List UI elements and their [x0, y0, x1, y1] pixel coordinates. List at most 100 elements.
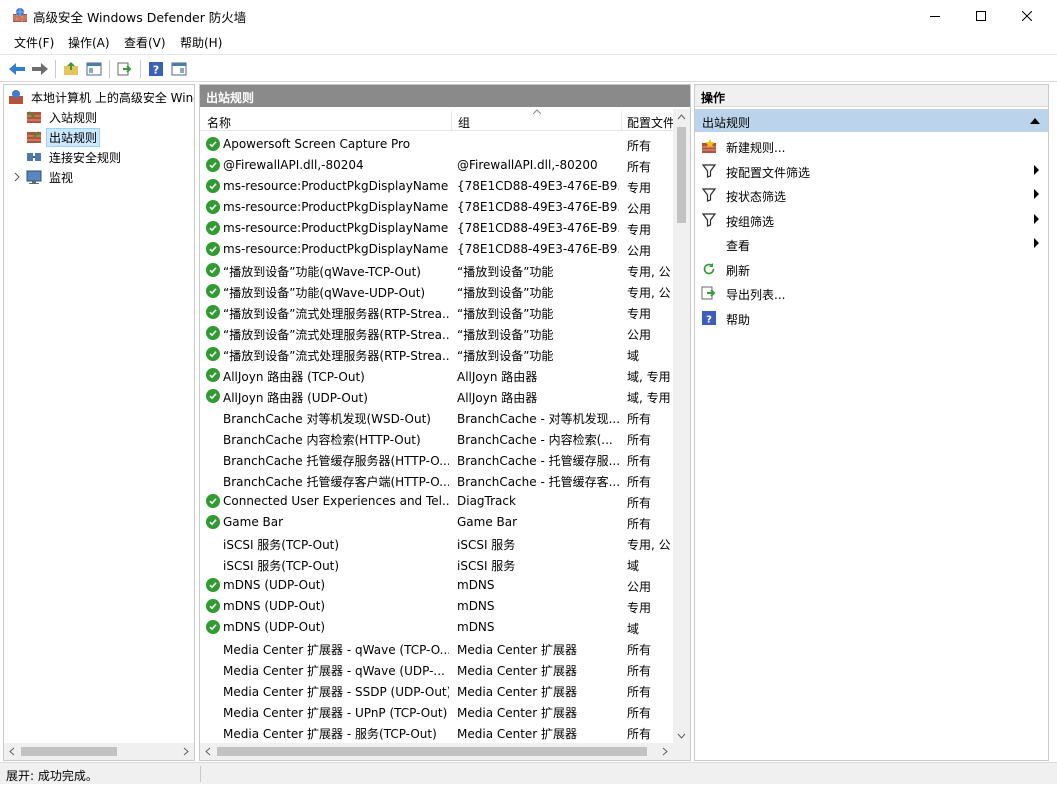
menu-action[interactable]: 操作(A) [68, 34, 110, 51]
table-row[interactable]: BranchCache 对等机发现(WSD-Out) BranchCache - … [200, 407, 673, 428]
back-button[interactable] [7, 59, 27, 79]
up-one-level-button[interactable] [61, 59, 81, 79]
action-filter-by-state[interactable]: 按状态筛选 [695, 183, 1048, 207]
tree-item-connection-security-rules[interactable]: 连接安全规则 [26, 147, 124, 167]
minimize-button[interactable] [912, 0, 958, 31]
table-row[interactable]: Apowersoft Screen Capture Pro 所有 [200, 134, 673, 155]
scroll-down-icon[interactable] [673, 727, 690, 744]
table-row[interactable]: BranchCache 托管缓存客户端(HTTP-O... BranchCache… [200, 470, 673, 491]
actions-section-header[interactable]: 出站规则 [695, 109, 1048, 132]
filter-icon [701, 163, 717, 179]
scroll-right-icon[interactable] [177, 743, 194, 760]
rule-group-cell: Game Bar [457, 515, 518, 529]
rule-group-cell: Media Center 扩展器 [457, 643, 578, 657]
action-refresh[interactable]: 刷新 [695, 257, 1048, 281]
table-row[interactable]: “播放到设备”流式处理服务器(RTP-Strea... “播放到设备”功能 公用 [200, 323, 673, 344]
scroll-up-icon[interactable] [673, 109, 690, 126]
rule-group-cell: iSCSI 服务 [457, 559, 516, 573]
enabled-check-icon [206, 221, 220, 235]
menu-view[interactable]: 查看(V) [124, 34, 166, 51]
scroll-left-icon[interactable] [200, 743, 217, 760]
sort-ascending-icon [533, 109, 541, 114]
table-row[interactable]: iSCSI 服务(TCP-Out) iSCSI 服务 域 [200, 554, 673, 575]
chevron-right-icon[interactable] [12, 172, 22, 182]
actions-title: 操作 [695, 85, 1048, 107]
scrollbar-thumb[interactable] [21, 747, 117, 756]
table-row[interactable]: BranchCache 托管缓存服务器(HTTP-O... BranchCache… [200, 449, 673, 470]
scroll-right-icon[interactable] [656, 743, 673, 760]
table-row[interactable]: Media Center 扩展器 - qWave (UDP-... Media C… [200, 659, 673, 680]
table-row[interactable]: “播放到设备”功能(qWave-UDP-Out) “播放到设备”功能 专用, 公 [200, 281, 673, 302]
tree-item-root[interactable]: 本地计算机 上的高级安全 Windows Defender 防火墙 [8, 87, 194, 107]
table-row[interactable]: “播放到设备”流式处理服务器(RTP-Strea... “播放到设备”功能 专用 [200, 302, 673, 323]
table-row[interactable]: mDNS (UDP-Out) mDNS 域 [200, 617, 673, 638]
action-filter-by-profile[interactable]: 按配置文件筛选 [695, 159, 1048, 183]
menu-file[interactable]: 文件(F) [14, 34, 54, 51]
action-filter-by-group[interactable]: 按组筛选 [695, 208, 1048, 232]
table-row[interactable]: AllJoyn 路由器 (TCP-Out) AllJoyn 路由器 域, 专用 [200, 365, 673, 386]
rules-list-pane: 出站规则 名称 组 配置文件 Apowersoft Screen Capture… [199, 84, 691, 761]
close-button[interactable] [1004, 0, 1050, 31]
table-row[interactable]: Media Center 扩展器 - SSDP (UDP-Out) Media C… [200, 680, 673, 701]
table-row[interactable]: Connected User Experiences and Tel... Dia… [200, 491, 673, 512]
rule-group-cell: iSCSI 服务 [457, 538, 516, 552]
table-row[interactable]: ms-resource:ProductPkgDisplayName {78E1CD… [200, 239, 673, 260]
scrollbar-thumb[interactable] [217, 747, 647, 756]
action-export-list[interactable]: 导出列表... [695, 281, 1048, 305]
enabled-check-icon [206, 284, 220, 298]
forward-arrow-icon [32, 63, 48, 75]
action-help[interactable]: ? 帮助 [695, 306, 1048, 330]
table-row[interactable]: “播放到设备”流式处理服务器(RTP-Strea... “播放到设备”功能 域 [200, 344, 673, 365]
submenu-arrow-icon [1034, 164, 1039, 175]
export-list-icon [701, 285, 717, 301]
table-row[interactable]: Game Bar Game Bar 所有 [200, 512, 673, 533]
menu-help[interactable]: 帮助(H) [180, 34, 222, 51]
action-label: 查看 [726, 239, 751, 253]
new-rule-icon [701, 138, 717, 154]
maximize-button[interactable] [958, 0, 1004, 31]
rule-profile-cell: 域 [627, 559, 640, 573]
table-row[interactable]: “播放到设备”功能(qWave-TCP-Out) “播放到设备”功能 专用, 公 [200, 260, 673, 281]
rule-group-cell: “播放到设备”功能 [457, 265, 554, 279]
rule-profile-cell: 域, 专用 [627, 391, 671, 405]
show-hide-tree-button[interactable] [84, 59, 104, 79]
tree-item-monitoring[interactable]: 监视 [12, 167, 76, 187]
help-button[interactable]: ? [146, 59, 166, 79]
table-row[interactable]: ms-resource:ProductPkgDisplayName {78E1CD… [200, 218, 673, 239]
table-row[interactable]: ms-resource:ProductPkgDisplayName {78E1CD… [200, 197, 673, 218]
tree-item-inbound-rules[interactable]: 入站规则 [26, 107, 100, 127]
column-divider[interactable] [621, 111, 622, 131]
table-row[interactable]: Media Center 扩展器 - UPnP (TCP-Out) Media C… [200, 701, 673, 722]
table-row[interactable]: @FirewallAPI.dll,-80204 @FirewallAPI.dll,… [200, 155, 673, 176]
table-row[interactable]: AllJoyn 路由器 (UDP-Out) AllJoyn 路由器 域, 专用 [200, 386, 673, 407]
table-row[interactable]: mDNS (UDP-Out) mDNS 公用 [200, 575, 673, 596]
column-header-group[interactable]: 组 [458, 114, 470, 131]
table-row[interactable]: mDNS (UDP-Out) mDNS 专用 [200, 596, 673, 617]
action-new-rule[interactable]: 新建规则... [695, 134, 1048, 158]
table-row[interactable]: Media Center 扩展器 - qWave (TCP-O... Media … [200, 638, 673, 659]
table-row[interactable]: iSCSI 服务(TCP-Out) iSCSI 服务 专用, 公 [200, 533, 673, 554]
forward-button[interactable] [30, 59, 50, 79]
tree-horizontal-scrollbar[interactable] [4, 743, 194, 760]
export-button[interactable] [115, 59, 135, 79]
table-row[interactable]: ms-resource:ProductPkgDisplayName {78E1CD… [200, 176, 673, 197]
column-divider[interactable] [451, 111, 452, 131]
table-row[interactable]: Media Center 扩展器 - 服务(TCP-Out) Media Cent… [200, 722, 673, 743]
show-hide-tree-icon [86, 62, 102, 76]
properties-button[interactable] [169, 59, 189, 79]
properties-icon [171, 62, 187, 76]
rules-vertical-scrollbar[interactable] [673, 109, 690, 744]
tree-item-outbound-rules[interactable]: 出站规则 [26, 127, 101, 147]
rules-horizontal-scrollbar[interactable] [200, 743, 690, 760]
column-header-profile[interactable]: 配置文件 [627, 114, 675, 131]
scrollbar-thumb[interactable] [677, 127, 686, 223]
column-header-name[interactable]: 名称 [207, 114, 231, 131]
rule-profile-cell: 专用 [627, 181, 652, 195]
action-view[interactable]: 查看 [695, 232, 1048, 256]
rule-profile-cell: 所有 [627, 475, 652, 489]
table-row[interactable]: BranchCache 内容检索(HTTP-Out) BranchCache - … [200, 428, 673, 449]
collapse-up-icon[interactable] [1030, 118, 1040, 124]
scroll-left-icon[interactable] [4, 743, 21, 760]
rule-name-cell: BranchCache 托管缓存客户端(HTTP-O... [223, 475, 449, 489]
rule-group-cell: mDNS [457, 599, 495, 613]
